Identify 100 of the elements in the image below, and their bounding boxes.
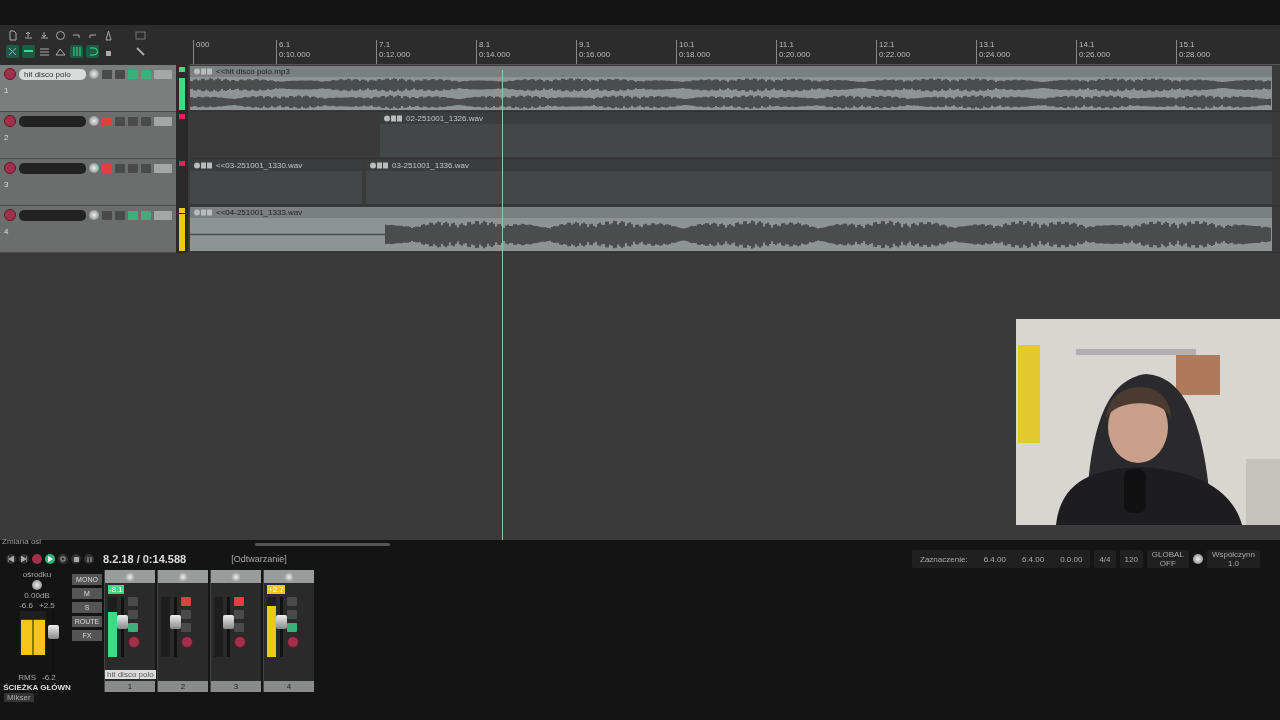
mixer-channel[interactable]: +2.7 4 <box>263 570 314 692</box>
new-file-icon[interactable] <box>7 30 18 41</box>
play-button[interactable] <box>45 554 55 564</box>
download-icon[interactable] <box>39 30 50 41</box>
repeat-button[interactable] <box>58 554 68 564</box>
volume-knob[interactable] <box>89 116 99 126</box>
record-arm-button[interactable] <box>181 636 193 648</box>
time-label: 0:20.000 <box>779 50 811 60</box>
record-arm-button[interactable] <box>4 115 16 127</box>
fx-bypass-button[interactable] <box>141 69 151 79</box>
fader-handle[interactable] <box>47 625 59 639</box>
selection-start[interactable]: 6.4.00 <box>983 554 1006 564</box>
record-arm-button[interactable] <box>4 68 16 80</box>
track-header[interactable]: 2 <box>0 112 176 159</box>
channel-number: 1 <box>105 681 155 692</box>
media-item[interactable]: <<04-251001_1333.wav <box>190 207 1272 251</box>
mixer-channel[interactable]: 3 <box>210 570 261 692</box>
fx-button[interactable] <box>128 116 138 126</box>
solo-button[interactable] <box>115 69 125 79</box>
peak-label: +2.7 <box>267 585 285 594</box>
mute-button[interactable] <box>181 597 191 606</box>
record-arm-button[interactable] <box>4 162 16 174</box>
item-icons <box>194 162 214 169</box>
time-label: 0:18.000 <box>679 50 711 60</box>
upload-icon[interactable] <box>23 30 34 41</box>
track-name-field[interactable] <box>19 115 86 127</box>
item-icons <box>384 115 404 122</box>
fx-button[interactable] <box>128 163 138 173</box>
fx-bypass-button[interactable] <box>141 163 151 173</box>
channel-number: 3 <box>211 681 261 692</box>
go-to-end-button[interactable] <box>19 554 29 564</box>
channel-name: hit disco polo <box>105 670 156 679</box>
track-header[interactable]: 4 <box>0 206 176 253</box>
tempo-box[interactable]: 120 <box>1119 550 1143 568</box>
record-arm-button[interactable] <box>128 636 140 648</box>
track-header[interactable]: hit disco polo 1 <box>0 65 176 112</box>
envelope-button[interactable] <box>154 163 172 173</box>
media-item[interactable]: <<03-251001_1330.wav <box>190 160 362 204</box>
envelope-button[interactable] <box>154 69 172 79</box>
solo-button[interactable] <box>115 210 125 220</box>
volume-knob[interactable] <box>89 163 99 173</box>
envelope-button[interactable] <box>154 210 172 220</box>
track-number: 2 <box>4 133 10 142</box>
rate-knob[interactable] <box>1192 554 1203 564</box>
rate-box[interactable]: Współczynn 1.0 <box>1206 550 1260 568</box>
pan-knob[interactable] <box>32 580 42 590</box>
fader-handle[interactable] <box>276 615 287 629</box>
mixer-tab[interactable]: Mikser <box>4 693 34 702</box>
mixer-channel[interactable]: 2 <box>157 570 208 692</box>
bar-label: 6.1 <box>279 40 292 50</box>
bar-label: 8.1 <box>479 40 492 50</box>
solo-button[interactable] <box>115 163 125 173</box>
selection-end[interactable]: 6.4.00 <box>1021 554 1045 564</box>
mute-button[interactable] <box>102 210 112 220</box>
snap-grid-icon[interactable] <box>71 46 82 57</box>
time-signature[interactable]: 4/4 <box>1094 550 1116 568</box>
track-name-field[interactable] <box>19 162 86 174</box>
time-label: 0:12.000 <box>379 50 411 60</box>
peak-left: -6.6 <box>19 601 33 610</box>
solo-button[interactable] <box>115 116 125 126</box>
playrate-box[interactable]: GLOBAL OFF <box>1146 550 1189 568</box>
media-item[interactable]: 03-251001_1336.wav <box>366 160 1272 204</box>
horizontal-scrollbar[interactable] <box>255 542 390 546</box>
record-arm-button[interactable] <box>234 636 246 648</box>
mute-button[interactable] <box>102 69 112 79</box>
knob-label: ośrodku <box>22 570 52 579</box>
selection-length[interactable]: 0.0.00 <box>1060 554 1083 564</box>
volume-knob[interactable] <box>89 69 99 79</box>
track-number: 1 <box>4 86 10 95</box>
fx-bypass-button[interactable] <box>141 210 151 220</box>
envelope-button[interactable] <box>154 116 172 126</box>
track-name-field[interactable]: hit disco polo <box>19 68 86 80</box>
track-number: 3 <box>4 180 10 189</box>
master-meter <box>19 611 46 655</box>
bar-label: 15.1 <box>1179 40 1196 50</box>
go-to-start-button[interactable] <box>6 554 16 564</box>
track-name-field[interactable] <box>19 209 86 221</box>
media-item[interactable]: 02-251001_1326.wav <box>380 113 1272 157</box>
stop-button[interactable] <box>71 554 81 564</box>
master-volume: 0.00dB <box>24 591 50 600</box>
fader-handle[interactable] <box>170 615 181 629</box>
record-arm-button[interactable] <box>4 209 16 221</box>
mute-button[interactable] <box>234 597 244 606</box>
track-header[interactable]: 3 <box>0 159 176 206</box>
fx-bypass-button[interactable] <box>141 116 151 126</box>
mixer-channel[interactable]: -8.1 hit disco polo 1 <box>104 570 155 692</box>
pause-button[interactable] <box>84 554 94 564</box>
rms-label: RMS <box>18 673 36 682</box>
fader-handle[interactable] <box>223 615 234 629</box>
record-arm-button[interactable] <box>287 636 299 648</box>
fx-button[interactable] <box>128 69 138 79</box>
window-icon[interactable] <box>135 30 146 41</box>
media-item[interactable]: <<hit disco polo.mp3 <box>190 66 1272 110</box>
fx-button[interactable] <box>128 210 138 220</box>
peak-right: +2.5 <box>39 601 55 610</box>
play-state: [Odtwarzanie] <box>231 554 287 564</box>
item-label: <<03-251001_1330.wav <box>216 161 303 170</box>
time-label: 0:10.000 <box>279 50 311 60</box>
fader-handle[interactable] <box>117 615 128 629</box>
volume-knob[interactable] <box>89 210 99 220</box>
